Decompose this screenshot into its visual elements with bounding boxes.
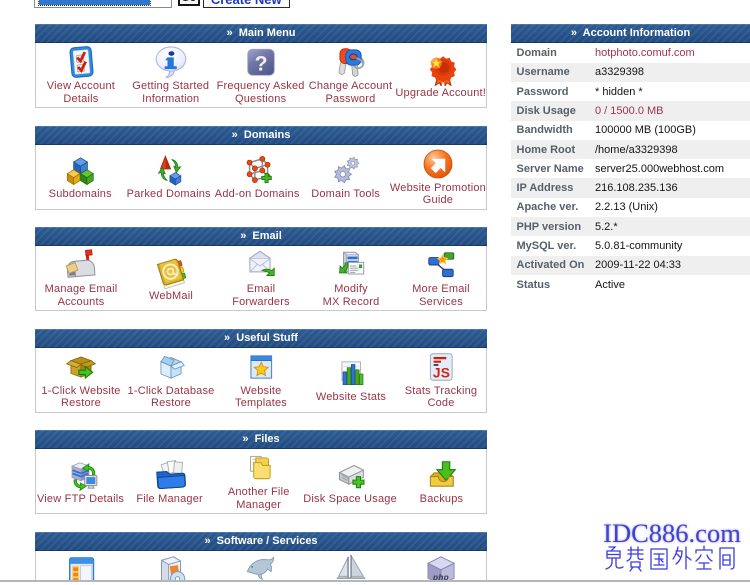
svg-text:JS: JS	[433, 365, 450, 380]
svg-text:?: ?	[254, 53, 267, 76]
